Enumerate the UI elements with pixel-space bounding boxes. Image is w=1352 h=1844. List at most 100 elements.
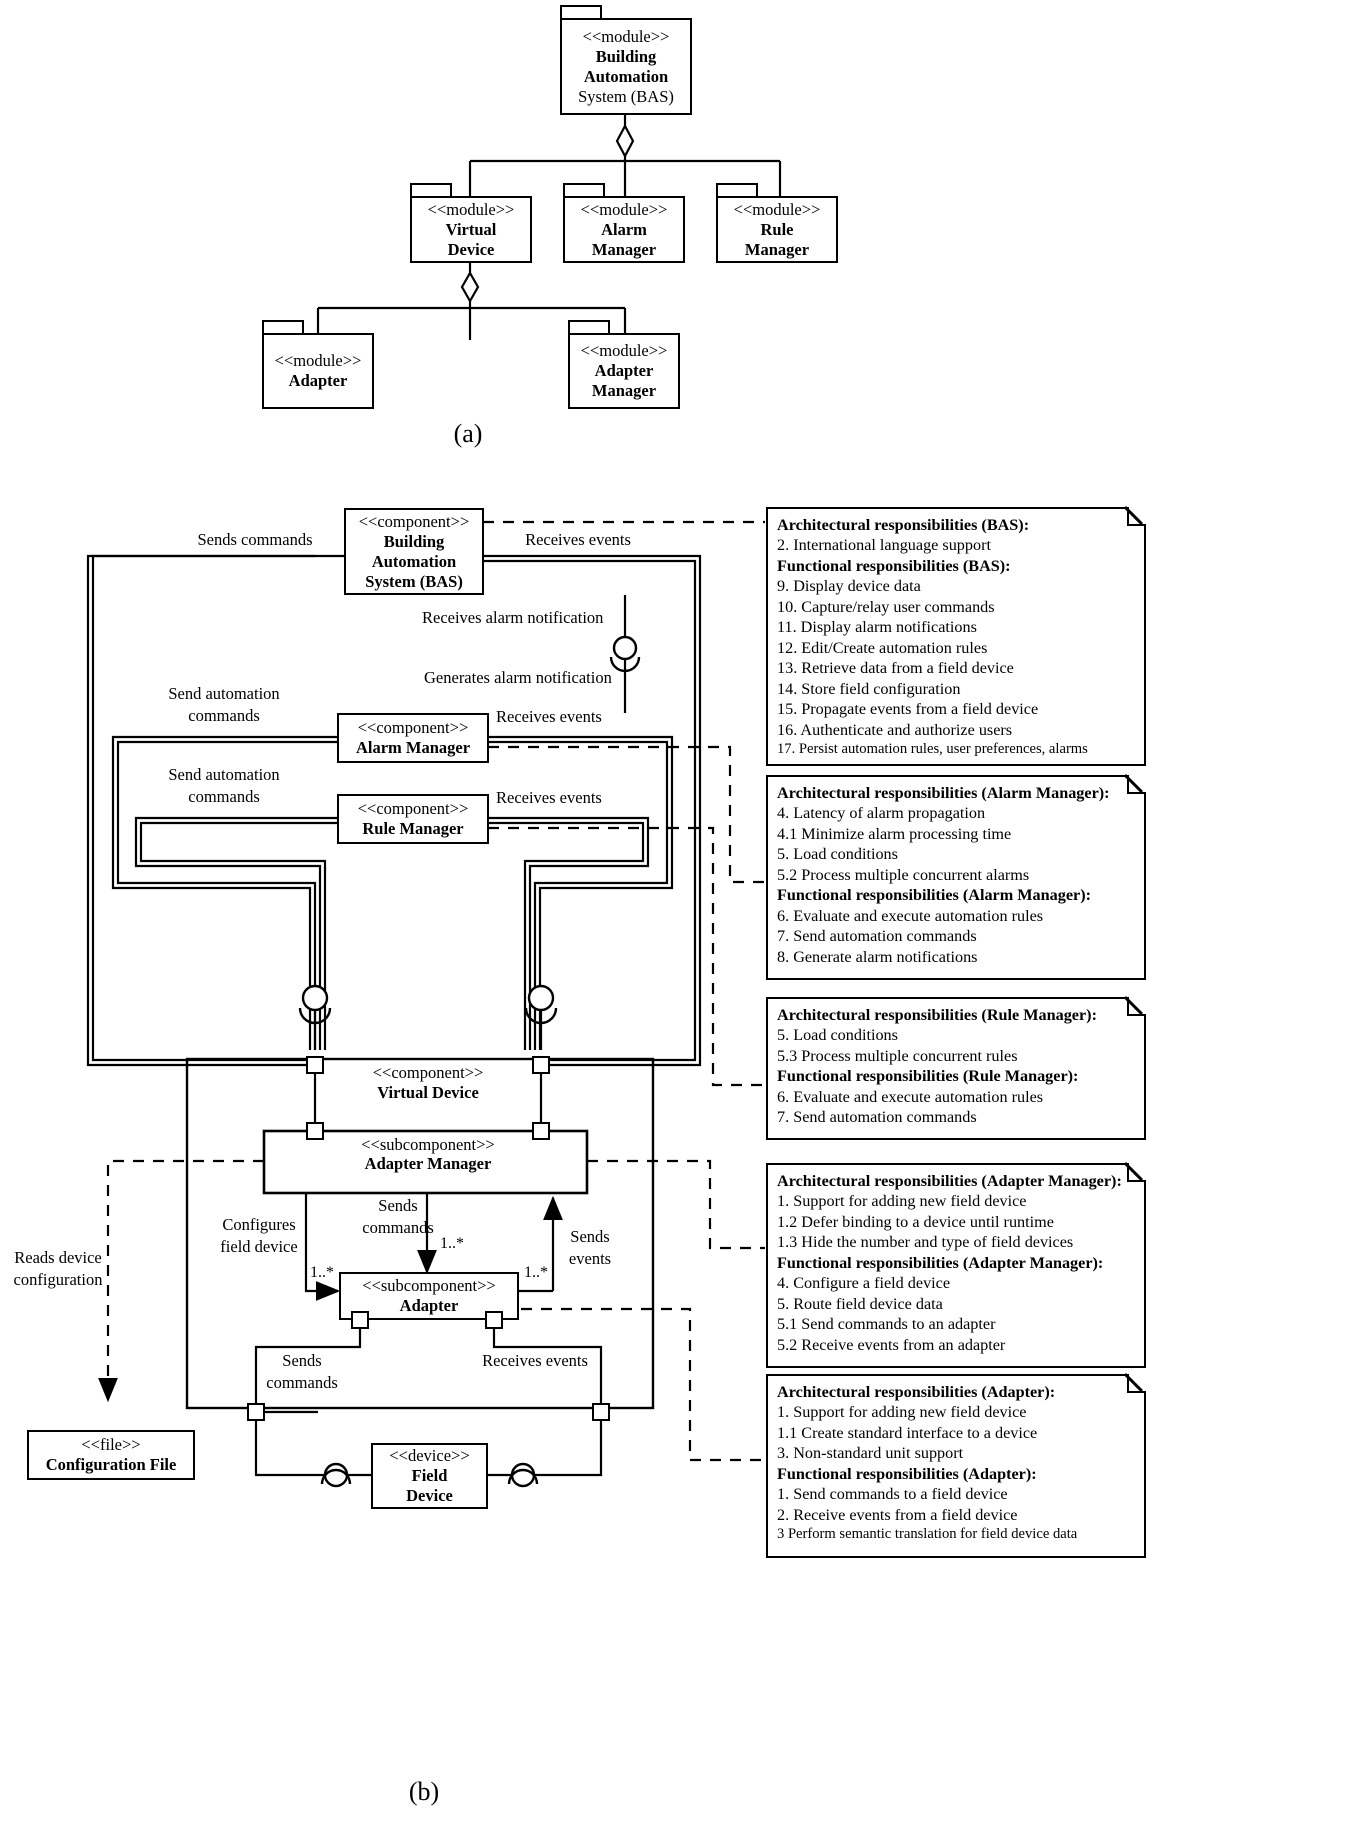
note-line: 13. Retrieve data from a field device (777, 659, 1014, 678)
module-alarm-manager-line2: Manager (591, 239, 657, 259)
note-line: 12. Edit/Create automation rules (777, 638, 988, 657)
module-rule-manager[interactable]: <<module>> Rule Manager (716, 196, 838, 263)
label-sends-events-adapter-manager-1: Sends (570, 1227, 610, 1246)
note-line: 15. Propagate events from a field device (777, 700, 1039, 719)
port-adapter-right-bottom[interactable] (485, 1311, 503, 1329)
label-reads-device-configuration-2: configuration (13, 1270, 103, 1289)
label-sends-commands-adapter-manager-2: commands (362, 1218, 434, 1237)
note-line: Functional responsibilities (Rule Manage… (777, 1067, 1079, 1086)
note-line: 1. Support for adding new field device (777, 1192, 1027, 1211)
note-line: Functional responsibilities (Adapter): (777, 1464, 1037, 1483)
note-line: 17. Persist automation rules, user prefe… (777, 741, 1088, 758)
label-sends-commands-bas: Sends commands (197, 530, 313, 549)
label-send-automation-commands-rule-2: commands (188, 787, 260, 806)
provided-interface-ball-alarm (612, 635, 638, 661)
module-bas-line2: Automation (583, 66, 669, 86)
module-tab-bas (560, 5, 602, 19)
note-line: Functional responsibilities (Adapter Man… (777, 1253, 1104, 1272)
caption-a: (a) (453, 419, 483, 448)
provided-interface-ball-vd-left (301, 984, 329, 1012)
module-adapter[interactable]: <<module>> Adapter (262, 333, 374, 409)
note-line: 7. Send automation commands (777, 927, 977, 946)
module-rule-manager-line1: Rule (760, 219, 794, 239)
port-am-right-top[interactable] (532, 1122, 550, 1140)
module-adapter-line1: Adapter (288, 371, 348, 390)
note-line: 4. Latency of alarm propagation (777, 804, 986, 823)
note-dogear-icon (1127, 997, 1146, 1016)
component-rule-manager-name: Rule Manager (362, 819, 464, 838)
note-alarm-manager: Architectural responsibilities (Alarm Ma… (766, 775, 1146, 980)
connector-layer (86, 115, 782, 1488)
component-adapter-manager-stereotype: <<subcomponent>> (361, 1135, 495, 1154)
aggregation-diamond-bas (615, 123, 635, 159)
module-adapter-stereotype: <<module>> (274, 351, 362, 370)
port-vd-right-top[interactable] (532, 1056, 550, 1074)
component-configuration-file-stereotype: <<file>> (81, 1435, 141, 1454)
figure-root: <<module>> Building Automation System (B… (0, 0, 1352, 1844)
module-rule-manager-line2: Manager (744, 239, 810, 259)
module-alarm-manager-line1: Alarm (601, 219, 647, 239)
component-rule-manager-stereotype: <<component>> (357, 799, 469, 818)
note-line: 1. Support for adding new field device (777, 1403, 1027, 1422)
note-line: Functional responsibilities (Alarm Manag… (777, 886, 1091, 905)
note-line: 9. Display device data (777, 577, 921, 596)
note-line: 16. Authenticate and authorize users (777, 720, 1013, 739)
note-line: 2. International language support (777, 536, 991, 555)
component-bas[interactable]: <<component>> Building Automation System… (344, 508, 484, 595)
module-rule-manager-stereotype: <<module>> (733, 199, 821, 219)
note-line: Functional responsibilities (BAS): (777, 556, 1011, 575)
provided-interface-ball-vd-right (527, 984, 555, 1012)
caption-b: (b) (408, 1777, 440, 1806)
module-alarm-manager[interactable]: <<module>> Alarm Manager (563, 196, 685, 263)
module-tab-adapter-manager (568, 320, 610, 334)
component-alarm-manager-name: Alarm Manager (355, 738, 471, 757)
label-receives-events-adapter: Receives events (482, 1351, 588, 1370)
note-line: Architectural responsibilities (Adapter)… (777, 1383, 1056, 1401)
module-tab-rule-manager (716, 183, 758, 197)
note-line: 3. Non-standard unit support (777, 1444, 964, 1463)
note-adapter-manager: Architectural responsibilities (Adapter … (766, 1163, 1146, 1368)
label-multiplicity-events: 1..* (524, 1264, 548, 1281)
port-am-left-top[interactable] (306, 1122, 324, 1140)
component-configuration-file[interactable]: <<file>> Configuration File (27, 1430, 195, 1480)
label-send-automation-commands-alarm-2: commands (188, 706, 260, 725)
port-vd-left-bottom[interactable] (247, 1403, 265, 1421)
module-virtual-device-stereotype: <<module>> (427, 199, 515, 219)
component-bas-line1: Building (383, 531, 445, 551)
label-sends-commands-adapter-1: Sends (282, 1351, 322, 1370)
module-adapter-manager-stereotype: <<module>> (580, 341, 668, 360)
note-line: 2. Receive events from a field device (777, 1505, 1018, 1524)
provided-interface-ball-fd-left (323, 1462, 349, 1488)
component-virtual-device-name: Virtual Device (377, 1083, 479, 1102)
note-line: Architectural responsibilities (Adapter … (777, 1172, 1122, 1190)
component-configuration-file-name: Configuration File (45, 1455, 177, 1474)
note-line: 11. Display alarm notifications (777, 618, 977, 637)
component-bas-stereotype: <<component>> (358, 511, 470, 531)
component-alarm-manager-stereotype: <<component>> (357, 718, 469, 737)
note-bas: Architectural responsibilities (BAS): 2. … (766, 507, 1146, 766)
note-adapter: Architectural responsibilities (Adapter)… (766, 1374, 1146, 1558)
port-adapter-left-bottom[interactable] (351, 1311, 369, 1329)
note-anchor-adapter-manager (587, 1159, 765, 1250)
note-line: 14. Store field configuration (777, 679, 961, 698)
note-line: 8. Generate alarm notifications (777, 947, 978, 966)
note-line: 4.1 Minimize alarm processing time (777, 824, 1012, 843)
component-field-device[interactable]: <<device>> Field Device (371, 1443, 488, 1509)
note-line: 5. Load conditions (777, 1026, 898, 1045)
note-line: 5.3 Process multiple concurrent rules (777, 1046, 1018, 1065)
note-line: 7. Send automation commands (777, 1108, 977, 1127)
component-rule-manager[interactable]: <<component>> Rule Manager (337, 794, 489, 844)
module-tab-alarm-manager (563, 183, 605, 197)
port-vd-right-bottom[interactable] (592, 1403, 610, 1421)
module-bas[interactable]: <<module>> Building Automation System (B… (560, 18, 692, 115)
component-adapter-stereotype: <<subcomponent>> (362, 1276, 496, 1295)
module-tab-virtual-device (410, 183, 452, 197)
component-alarm-manager[interactable]: <<component>> Alarm Manager (337, 713, 489, 763)
module-virtual-device[interactable]: <<module>> Virtual Device (410, 196, 532, 263)
note-line: Architectural responsibilities (Rule Man… (777, 1006, 1097, 1024)
note-line: 1. Send commands to a field device (777, 1485, 1008, 1504)
note-line: 10. Capture/relay user commands (777, 597, 995, 616)
note-line: 5.2 Receive events from an adapter (777, 1335, 1006, 1354)
port-vd-left-top[interactable] (306, 1056, 324, 1074)
module-adapter-manager[interactable]: <<module>> Adapter Manager (568, 333, 680, 409)
